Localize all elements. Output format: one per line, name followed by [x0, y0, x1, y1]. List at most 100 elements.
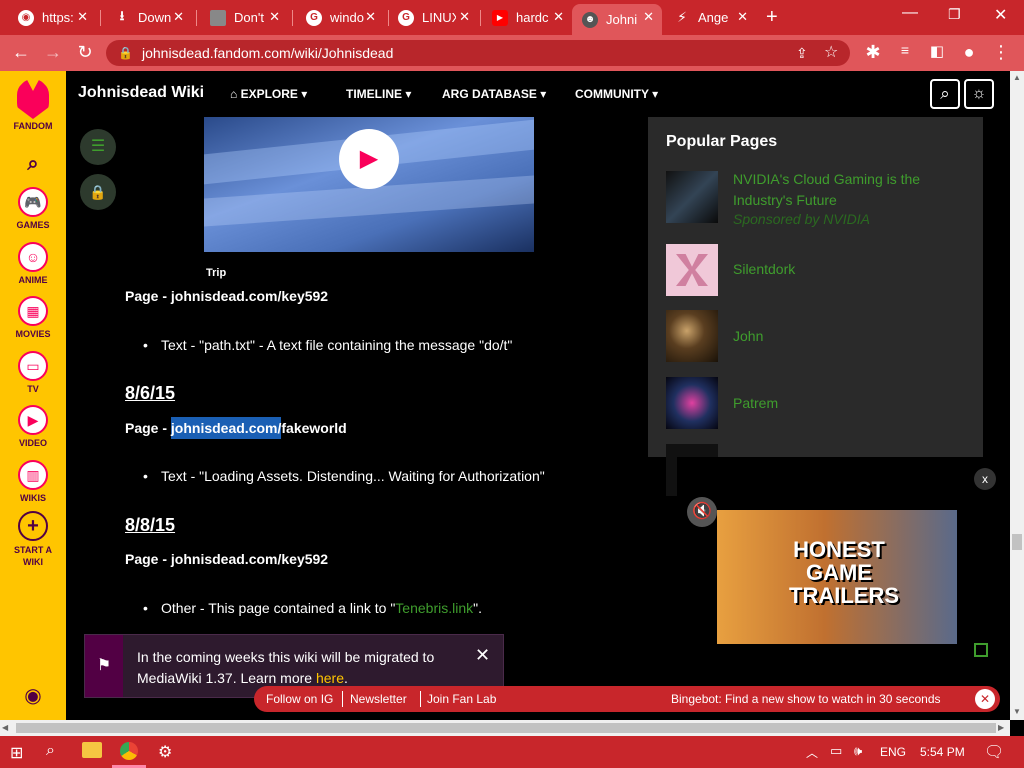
horizontal-scrollbar[interactable]: ◀ ▶ — [0, 720, 1010, 736]
browser-tab[interactable]: ◉ https: ✕ — [8, 4, 96, 31]
close-icon[interactable]: ✕ — [737, 9, 748, 25]
volume-icon[interactable]: 🕪 — [854, 743, 862, 759]
url-text: johnisdead.fandom.com/wiki/Johnisdead — [142, 45, 394, 61]
browser-tab-active[interactable]: ☻ Johni ✕ — [572, 4, 662, 35]
fandom-logo[interactable]: FANDOM — [0, 79, 66, 131]
browser-tab[interactable]: ▶ hardc ✕ — [482, 4, 572, 31]
new-tab-button[interactable]: + — [766, 6, 778, 29]
battery-icon[interactable]: ▭ — [830, 743, 842, 759]
settings-icon[interactable]: ⚙ — [158, 742, 172, 762]
popular-page-link[interactable]: Silentdork — [733, 261, 795, 277]
ad-close-button[interactable]: x — [974, 468, 996, 490]
close-icon[interactable]: ✕ — [269, 9, 280, 25]
star-icon[interactable]: ☆ — [824, 40, 838, 66]
forward-button[interactable]: → — [42, 42, 64, 63]
toc-button[interactable]: ☰ — [80, 129, 116, 165]
follow-ig-link[interactable]: Follow on IG — [266, 692, 333, 706]
ad-image[interactable]: HONEST GAME TRAILERS — [717, 510, 957, 644]
brand-label: FANDOM — [13, 121, 53, 131]
extensions-icon[interactable]: ✱ — [862, 42, 884, 63]
popular-page-link[interactable]: John — [733, 328, 763, 344]
vertical-scrollbar[interactable]: ▲ ▼ — [1010, 71, 1024, 720]
rail-wikis[interactable]: ▥ WIKIS — [0, 460, 66, 503]
close-window-button[interactable]: ✕ — [994, 5, 1007, 25]
scroll-left-icon[interactable]: ◀ — [2, 723, 8, 732]
thumbnail-image[interactable] — [666, 244, 718, 296]
close-icon[interactable]: ✕ — [365, 9, 376, 25]
close-icon[interactable]: ✕ — [553, 9, 564, 25]
reload-button[interactable]: ↻ — [74, 42, 96, 63]
video-player[interactable]: ▶ — [204, 117, 534, 252]
back-button[interactable]: ← — [10, 42, 32, 63]
rail-anime[interactable]: ☺ ANIME — [0, 242, 66, 285]
ad-choices-icon[interactable] — [974, 643, 988, 657]
join-fan-lab-link[interactable]: Join Fan Lab — [427, 692, 496, 706]
search-icon[interactable]: ⌕ — [46, 742, 55, 760]
browser-tab[interactable]: G LINUX ✕ — [388, 4, 478, 31]
rail-label: VIDEO — [18, 438, 47, 448]
thumbnail-image[interactable] — [666, 377, 718, 429]
share-icon[interactable]: ⇪ — [796, 40, 808, 66]
user-icon[interactable]: ◉ — [0, 683, 66, 708]
notifications-icon[interactable]: 🗨 — [984, 742, 1004, 762]
lock-icon[interactable]: 🔒 — [118, 40, 133, 66]
thumbnail-image[interactable] — [666, 310, 718, 362]
nav-arg-database[interactable]: ARG DATABASE ▾ — [442, 87, 546, 101]
rail-video[interactable]: ▶ VIDEO — [0, 405, 66, 448]
download-icon: ⭳ — [119, 7, 125, 23]
scroll-right-icon[interactable]: ▶ — [998, 723, 1004, 732]
close-icon[interactable]: ✕ — [975, 689, 995, 709]
nav-label: EXPLORE — [240, 87, 298, 101]
newsletter-link[interactable]: Newsletter — [350, 692, 407, 706]
search-icon[interactable]: ⌕ — [0, 153, 66, 176]
film-icon: ▦ — [18, 296, 48, 326]
mute-icon[interactable]: 🔇 — [687, 497, 717, 527]
close-icon[interactable]: ✕ — [173, 9, 184, 25]
address-bar[interactable]: 🔒 johnisdead.fandom.com/wiki/Johnisdead … — [106, 40, 850, 66]
tray-chevron-icon[interactable]: ︿ — [806, 744, 818, 761]
wiki-title[interactable]: Johnisdead Wiki — [78, 84, 204, 102]
learn-more-link[interactable]: here — [316, 670, 344, 686]
menu-icon[interactable]: ⋮ — [990, 42, 1012, 63]
tenebris-link[interactable]: Tenebris.link — [395, 600, 473, 616]
nav-explore[interactable]: ⌂ EXPLORE ▾ — [230, 87, 307, 101]
profile-icon[interactable]: ● — [958, 42, 980, 63]
bingebot-text[interactable]: Bingebot: Find a new show to watch in 30… — [671, 692, 941, 706]
popular-page-link[interactable]: Patrem — [733, 395, 778, 411]
browser-tab[interactable]: ⚡ Ange ✕ — [664, 4, 756, 31]
gamepad-icon: 🎮 — [18, 187, 48, 217]
scroll-thumb[interactable] — [16, 723, 996, 733]
nav-label: TIMELINE — [346, 87, 402, 101]
scroll-down-icon[interactable]: ▼ — [1013, 707, 1021, 716]
nav-community[interactable]: COMMUNITY ▾ — [575, 87, 658, 101]
scroll-up-icon[interactable]: ▲ — [1013, 73, 1021, 82]
popular-page-link[interactable]: NVIDIA's Cloud Gaming is the Industry's … — [733, 169, 953, 211]
clock[interactable]: 5:54 PM — [920, 745, 965, 759]
browser-tab[interactable]: ⭳ Downl ✕ — [104, 4, 192, 31]
browser-tab[interactable]: G windo ✕ — [296, 4, 384, 31]
file-explorer-icon[interactable] — [82, 742, 102, 758]
nav-timeline[interactable]: TIMELINE ▾ — [346, 87, 411, 101]
close-icon[interactable]: ✕ — [475, 645, 490, 666]
rail-start-wiki[interactable]: + START A WIKI — [0, 511, 66, 568]
scroll-thumb[interactable] — [1012, 534, 1022, 550]
lock-icon[interactable]: 🔒 — [80, 174, 116, 210]
media-icon[interactable]: ≡ — [894, 42, 916, 58]
rail-games[interactable]: 🎮 GAMES — [0, 187, 66, 230]
minimize-button[interactable]: — — [902, 4, 918, 22]
close-icon[interactable]: ✕ — [77, 9, 88, 25]
side-panel-icon[interactable]: ◧ — [926, 42, 948, 60]
close-icon[interactable]: ✕ — [459, 9, 470, 25]
restore-button[interactable]: ❐ — [948, 6, 961, 23]
rail-movies[interactable]: ▦ MOVIES — [0, 296, 66, 339]
play-button[interactable]: ▶ — [339, 129, 399, 189]
close-icon[interactable]: ✕ — [643, 9, 654, 25]
theme-toggle-button[interactable]: ☼ — [964, 79, 994, 109]
rail-tv[interactable]: ▭ TV — [0, 351, 66, 394]
language-indicator[interactable]: ENG — [880, 745, 906, 759]
search-button[interactable]: ⌕ — [930, 79, 960, 109]
chrome-icon[interactable] — [120, 742, 138, 760]
windows-start-icon[interactable]: ⊞ — [10, 743, 23, 763]
thumbnail-image[interactable] — [666, 171, 718, 223]
browser-tab[interactable]: Don't ✕ — [200, 4, 288, 31]
